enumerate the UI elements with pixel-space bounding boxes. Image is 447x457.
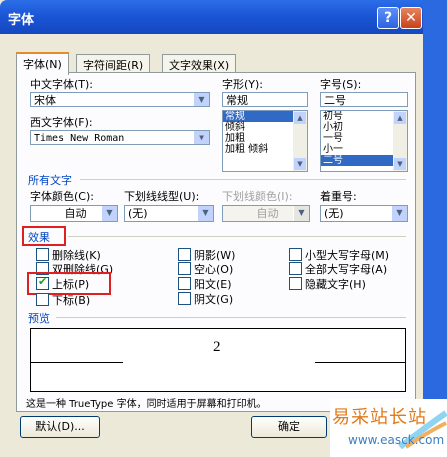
style-list[interactable]: 常规 倾斜 加粗 加粗 倾斜 ▲ ▼ [222,110,308,172]
watermark-title: 易采站长站 [332,407,427,428]
chevron-down-icon: ▼ [293,206,309,221]
underline-color-label: 下划线颜色(I): [222,190,293,203]
chevron-down-icon[interactable]: ▼ [391,206,407,221]
all-caps-label: 全部大写字母(A) [305,263,388,276]
hidden-label: 隐藏文字(H) [305,278,366,291]
default-button[interactable]: 默认(D)... [20,416,100,438]
hidden-checkbox[interactable] [289,277,302,290]
west-font-label: 西文字体(F): [30,116,93,129]
engrave-checkbox[interactable] [178,292,191,305]
subscript-checkbox[interactable] [36,293,49,306]
all-caps-checkbox[interactable] [289,262,302,275]
title-bar: 字体 ? ✕ [0,0,423,34]
subscript-label: 下标(B) [52,294,91,307]
style-scrollbar[interactable]: ▲ ▼ [293,111,307,171]
divider [68,236,406,237]
size-label: 字号(S): [320,78,362,91]
watermark-url: www.easck.com [348,433,445,447]
effects-heading: 效果 [28,231,50,244]
dialog-title: 字体 [8,13,35,28]
style-input[interactable]: 常规 [222,92,308,107]
divider [80,179,406,180]
outline-checkbox[interactable] [178,262,191,275]
chevron-down-icon[interactable]: ▼ [197,206,213,221]
preview-baseline-left [31,362,123,363]
size-list[interactable]: 初号 小初 一号 小一 二号 ▲ ▼ [320,110,408,172]
chevron-down-icon[interactable]: ▼ [193,131,209,144]
underline-color-combo: 自动 ▼ [222,205,310,222]
small-caps-checkbox[interactable] [289,248,302,261]
superscript-checkbox[interactable]: ✔ [36,275,49,290]
west-font-combo[interactable]: Times New Roman ▼ [30,130,210,145]
size-input[interactable]: 二号 [320,92,408,107]
emphasis-label: 着重号: [320,190,357,203]
font-color-label: 字体颜色(C): [30,190,94,203]
scroll-up-icon[interactable]: ▲ [394,112,406,124]
size-scrollbar[interactable]: ▲ ▼ [393,111,407,171]
underline-type-combo[interactable]: (无) ▼ [124,205,214,222]
ok-button[interactable]: 确定 [251,416,327,438]
check-icon: ✔ [38,275,48,288]
font-color-value: 自动 [64,207,87,220]
cn-font-combo[interactable]: 宋体 ▼ [30,92,210,107]
strikethrough-checkbox[interactable] [36,248,49,261]
scroll-up-icon[interactable]: ▲ [294,112,306,124]
tab-font[interactable]: 字体(N) [16,52,69,75]
style-label: 字形(Y): [222,78,264,91]
west-font-value: Times New Roman [34,133,125,144]
help-button[interactable]: ? [377,7,399,29]
shadow-checkbox[interactable] [178,248,191,261]
preview-text: 2 [213,339,221,355]
underline-type-value: (无) [128,207,148,220]
scroll-down-icon[interactable]: ▼ [294,158,306,170]
all-text-heading: 所有文字 [28,174,72,187]
scroll-down-icon[interactable]: ▼ [394,158,406,170]
emphasis-value: (无) [324,207,344,220]
close-button[interactable]: ✕ [400,7,422,29]
outline-label: 空心(O) [194,263,234,276]
background-strip [423,0,447,457]
preview-heading: 预览 [28,312,50,325]
emboss-label: 阳文(E) [194,278,232,291]
emphasis-combo[interactable]: (无) ▼ [320,205,408,222]
underline-type-label: 下划线线型(U): [124,190,200,203]
font-color-combo[interactable]: 自动 ▼ [30,205,118,222]
font-dialog: 字体 ? ✕ 字体(N) 字符间距(R) 文字效果(X) 中文字体(T): 字形… [0,0,447,457]
chevron-down-icon[interactable]: ▼ [193,93,209,106]
emboss-checkbox[interactable] [178,277,191,290]
chevron-down-icon[interactable]: ▼ [101,206,117,221]
preview-baseline-right [315,362,405,363]
tab-character-spacing[interactable]: 字符间距(R) [76,54,151,73]
tab-text-effects[interactable]: 文字效果(X) [162,54,237,73]
preview-box: 2 [30,328,406,392]
superscript-label: 上标(P) [52,278,90,291]
engrave-label: 阴文(G) [194,293,234,306]
divider [56,317,406,318]
cn-font-label: 中文字体(T): [30,78,94,91]
cn-font-value: 宋体 [34,94,56,107]
watermark: 易采站长站 www.easck.com [330,399,447,457]
underline-color-value: 自动 [256,207,279,220]
font-info-text: 这是一种 TrueType 字体，同时适用于屏幕和打印机。 [26,399,267,410]
